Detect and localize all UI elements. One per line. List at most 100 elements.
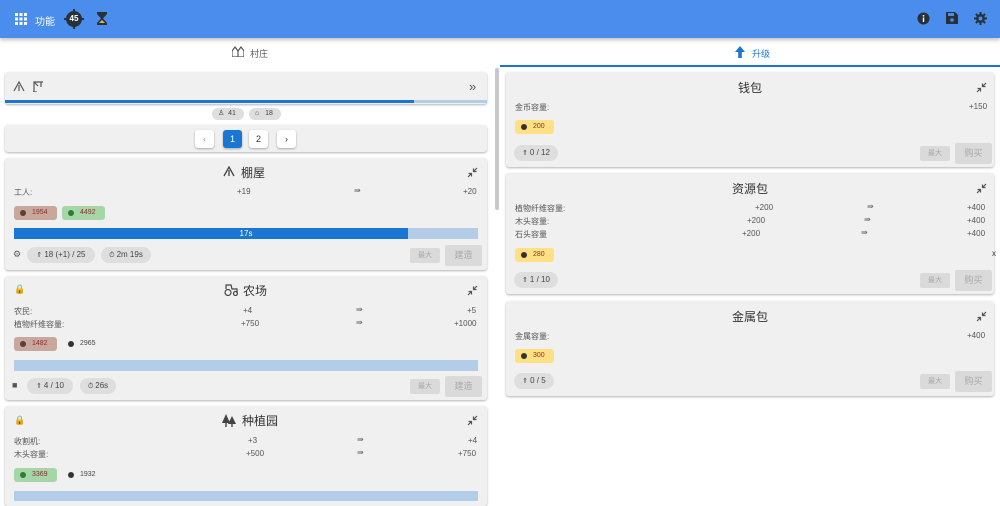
gear-small-icon: ⚙ xyxy=(13,249,22,259)
page-1-button[interactable]: 1 xyxy=(223,130,242,148)
tab-upgrade[interactable]: 升级 xyxy=(500,38,1000,67)
arrow-right-icon: ⇛ xyxy=(357,448,364,457)
leaf-icon xyxy=(20,472,26,478)
level-value: 4 / 10 xyxy=(43,381,64,390)
cost-value: 1932 xyxy=(80,471,96,478)
level-value: 18 (+1) / 25 xyxy=(44,250,86,259)
arrow-right-icon: ⇛ xyxy=(357,435,364,444)
timer-icon: ⏱ xyxy=(109,252,117,259)
build-progress xyxy=(14,360,478,371)
row-to: +1000 xyxy=(454,319,477,328)
page-2-button[interactable]: 2 xyxy=(249,130,268,148)
upgrade-name: 钱包 xyxy=(737,81,762,95)
max-button[interactable]: 最大 xyxy=(410,379,440,394)
cost-value: 4492 xyxy=(80,209,96,216)
level-pill: ⇑ 4 / 10 xyxy=(27,378,73,394)
level-up-icon: ⇑ xyxy=(522,277,530,284)
arrow-up-icon xyxy=(735,46,745,58)
leaf-icon xyxy=(68,210,74,216)
row-label: 木头容量: xyxy=(14,450,49,459)
cost-value: 2965 xyxy=(80,340,96,347)
coin-icon xyxy=(20,210,26,216)
collapse-icon[interactable] xyxy=(467,415,478,426)
collapse-icon[interactable] xyxy=(467,285,478,296)
upgrade-card-metal-pack: 金属包 金属容量: +400 300 ⇑ 0 / 5 最大 购买 xyxy=(506,301,994,396)
app-bar: 功能 45 xyxy=(0,0,1000,38)
pagination: ‹ 1 2 › xyxy=(5,125,487,152)
row-label: 石头容量 xyxy=(515,230,547,239)
arrow-right-icon: ⇛ xyxy=(356,318,363,327)
max-button[interactable]: 最大 xyxy=(920,374,950,389)
stat-houses-value: 18 xyxy=(265,110,273,117)
building-card-farm: 🔒 农场 农民: +4 ⇛ +5 植物纤维容量: +750 ⇛ +1000 14… xyxy=(5,276,487,400)
lock-icon: 🔒 xyxy=(14,284,26,294)
cog-badge-icon[interactable]: 45 xyxy=(64,9,84,29)
tab-village[interactable]: 村庄 xyxy=(0,38,500,67)
row-from: +200 xyxy=(755,203,774,212)
arrow-right-icon: ⇛ xyxy=(864,215,871,224)
build-progress xyxy=(14,491,478,501)
row-to: +5 xyxy=(467,306,477,315)
settings-icon[interactable] xyxy=(974,12,987,25)
row-label: 木头容量: xyxy=(515,217,550,226)
toolbar-progress xyxy=(5,100,414,103)
home-icon: ⌂ xyxy=(255,110,260,117)
max-button[interactable]: 最大 xyxy=(920,273,950,288)
tab-village-label: 村庄 xyxy=(250,49,269,59)
axe-icon xyxy=(68,472,74,478)
app-title[interactable]: 功能 xyxy=(35,13,55,28)
info-icon[interactable] xyxy=(917,12,930,25)
upgrade-card-resource-pack: 资源包 植物纤维容量: +200 ⇛ +400 木头容量: +200 ⇛ +40… xyxy=(506,173,994,294)
level-value: 0 / 5 xyxy=(530,376,546,385)
building-name: 棚屋 xyxy=(241,166,266,180)
build-progress: 17s xyxy=(14,228,478,239)
coin-icon xyxy=(521,252,527,258)
cog-badge-value: 45 xyxy=(69,14,79,23)
row-to: +750 xyxy=(458,449,477,458)
row-from: +4 xyxy=(243,306,253,315)
row-label: 工人: xyxy=(14,188,33,197)
row-to: +20 xyxy=(463,187,477,196)
coin-icon xyxy=(521,353,527,359)
cost-chip: 1482 xyxy=(14,337,57,351)
collapse-icon[interactable] xyxy=(976,183,987,194)
hourglass-icon[interactable] xyxy=(97,12,107,25)
cost-chip: 1932 xyxy=(62,468,105,482)
building-card-plantation: 🔒 种植园 收割机: +3 ⇛ +4 木头容量: +500 ⇛ +750 336… xyxy=(5,406,487,506)
grid-icon[interactable] xyxy=(15,13,27,25)
cost-chip: 2965 xyxy=(62,337,105,351)
level-pill: ⇑ 18 (+1) / 25 xyxy=(27,247,95,263)
prev-page-button[interactable]: ‹ xyxy=(195,130,214,148)
level-value: 1 / 10 xyxy=(529,275,550,284)
row-from: +750 xyxy=(241,319,260,328)
row-label: 植物纤维容量: xyxy=(14,320,65,329)
collapse-icon[interactable] xyxy=(976,311,987,322)
save-icon[interactable] xyxy=(946,12,958,24)
crane-icon[interactable] xyxy=(32,80,44,92)
row-label: 金币容量: xyxy=(515,103,550,112)
row-to: +400 xyxy=(967,203,986,212)
max-button[interactable]: 最大 xyxy=(410,248,440,263)
cost-value: 3369 xyxy=(32,471,48,478)
build-button[interactable]: 建造 xyxy=(445,245,482,266)
stat-workers-value: 41 xyxy=(228,110,236,117)
buy-button[interactable]: 购买 xyxy=(955,270,992,291)
row-from: +200 xyxy=(747,216,766,225)
build-button[interactable]: 建造 xyxy=(445,376,482,397)
buy-button[interactable]: 购买 xyxy=(955,371,992,392)
expand-chevron[interactable]: » xyxy=(469,79,476,94)
collapse-icon[interactable] xyxy=(467,167,478,178)
buy-button[interactable]: 购买 xyxy=(955,143,992,164)
scrollbar[interactable] xyxy=(495,68,499,210)
row-from: +19 xyxy=(237,187,251,196)
tent-icon[interactable] xyxy=(13,81,25,92)
row-label: 农民: xyxy=(14,307,33,316)
next-page-button[interactable]: › xyxy=(277,130,296,148)
time-pill: ⏱ 26s xyxy=(80,378,116,394)
cost-value: 1954 xyxy=(32,209,48,216)
trees-icon xyxy=(222,414,236,427)
row-to: +400 xyxy=(967,331,986,340)
max-button[interactable]: 最大 xyxy=(920,146,950,161)
collapse-icon[interactable] xyxy=(976,82,987,93)
tractor-icon xyxy=(224,284,238,296)
